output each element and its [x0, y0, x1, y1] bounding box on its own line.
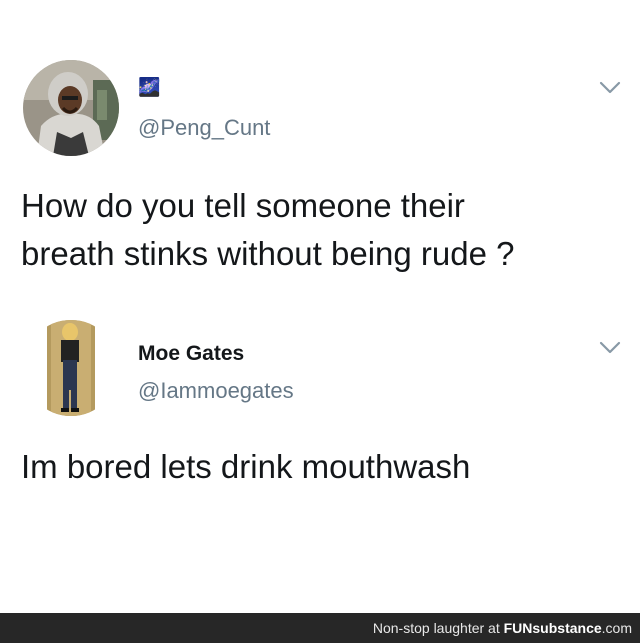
watermark-bar: Non-stop laughter at FUNsubstance.com: [0, 613, 640, 643]
peng-tweet-line-2: breath stinks without being rude ?: [21, 235, 515, 272]
watermark-brand: FUNsubstance: [503, 620, 602, 636]
chevron-down-icon[interactable]: [599, 341, 621, 355]
watermark-prefix: Non-stop laughter at: [372, 620, 504, 636]
peng-handle[interactable]: @Peng_Cunt: [138, 115, 270, 141]
watermark-text: Non-stop laughter at FUNsubstance.com: [373, 620, 632, 636]
moe-tweet-text: Im bored lets drink mouthwash: [21, 448, 471, 485]
moe-display-name[interactable]: Moe Gates: [138, 342, 244, 366]
peng-display-name[interactable]: 🌌: [138, 77, 160, 98]
moe-avatar[interactable]: [23, 320, 119, 416]
watermark-suffix: .com: [601, 620, 632, 636]
moe-handle[interactable]: @Iammoegates: [138, 378, 294, 404]
chevron-down-icon[interactable]: [599, 81, 621, 95]
screenshot-page: 🌌 @Peng_Cunt How do you tell someone the…: [0, 0, 640, 643]
peng-tweet-line-1: How do you tell someone their: [21, 187, 465, 224]
peng-avatar[interactable]: [23, 60, 119, 156]
